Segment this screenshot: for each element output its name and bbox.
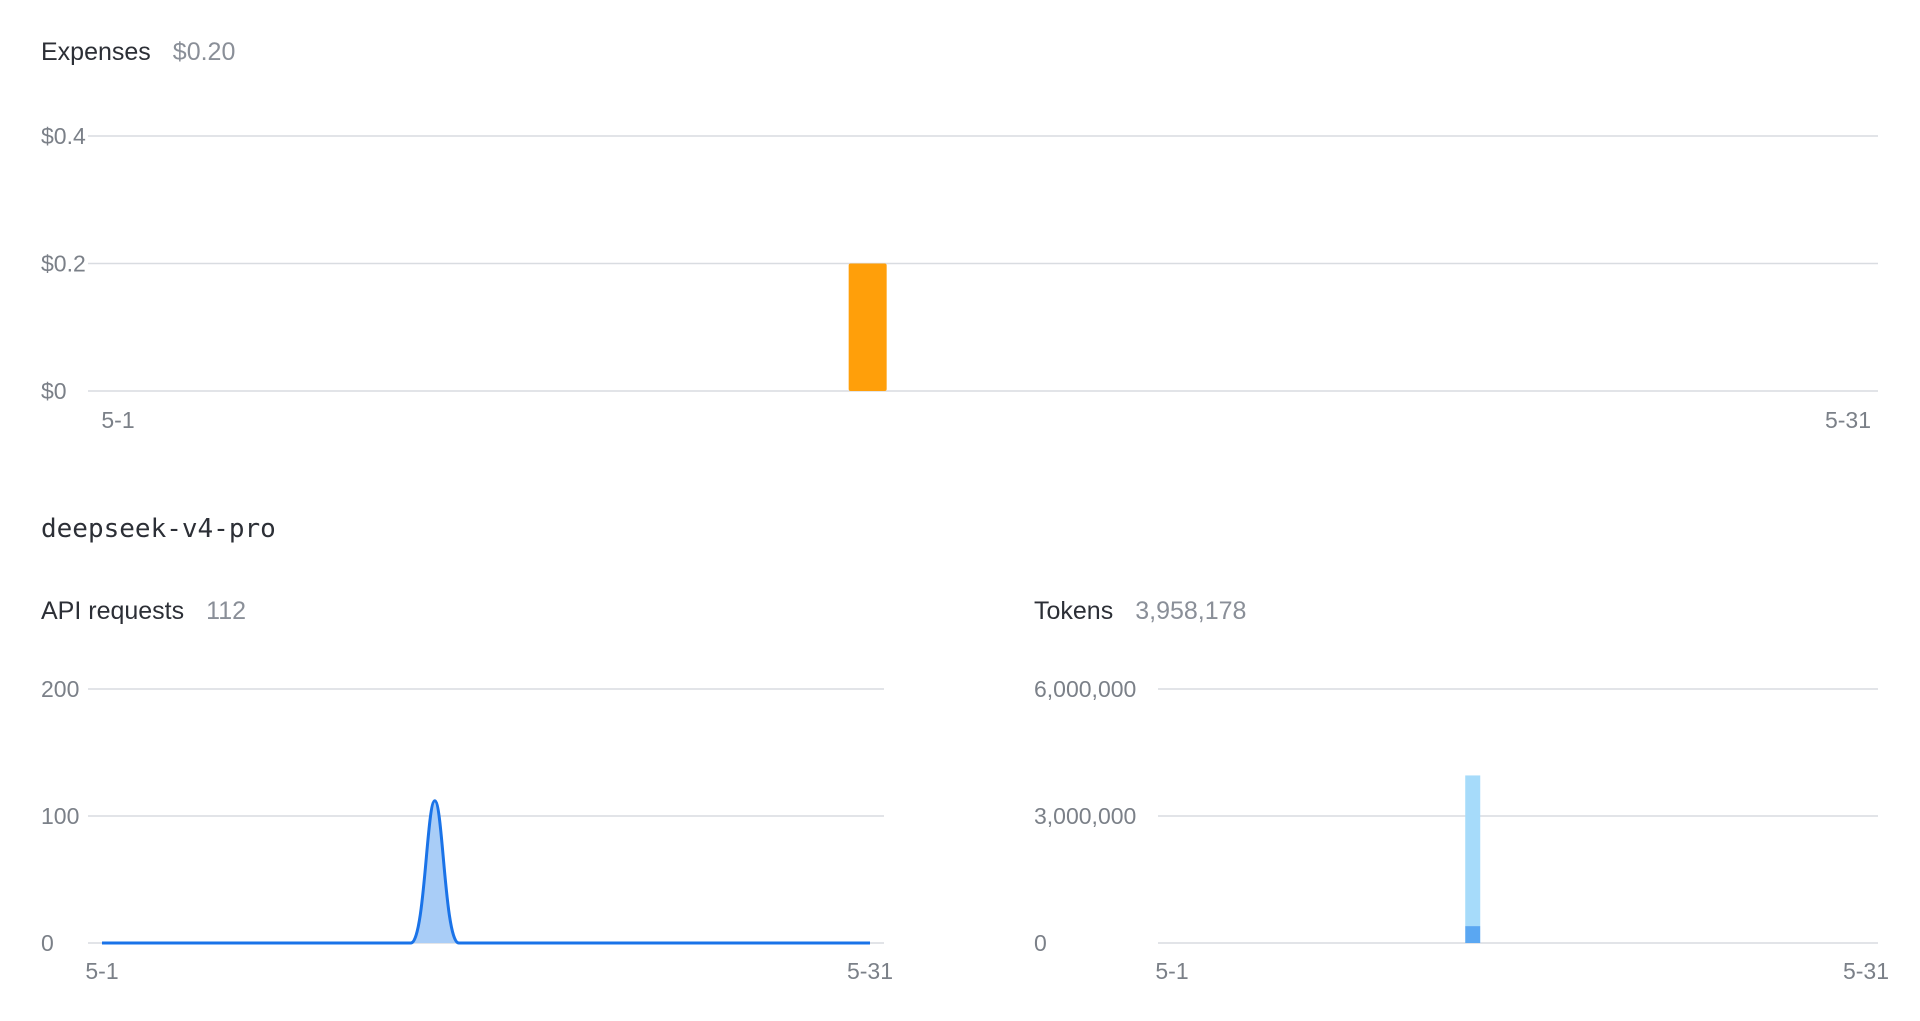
api-requests-y-tick: 200 <box>41 676 79 702</box>
expenses-y-tick: $0.2 <box>41 251 86 277</box>
expenses-bar <box>848 263 887 391</box>
api-requests-y-tick: 0 <box>41 930 54 956</box>
tokens-bar-segment <box>1465 926 1481 943</box>
tokens-x-tick: 5-1 <box>1155 958 1188 984</box>
api-requests-y-tick: 100 <box>41 803 79 829</box>
tokens-y-tick: 0 <box>1034 930 1047 956</box>
tokens-y-tick: 3,000,000 <box>1034 803 1136 829</box>
tokens-y-tick: 6,000,000 <box>1034 676 1136 702</box>
expenses-x-tick: 5-31 <box>1825 407 1871 433</box>
api-requests-x-tick: 5-1 <box>85 958 118 984</box>
expenses-y-tick: $0 <box>41 378 67 404</box>
tokens-bar-segment <box>1465 775 1481 927</box>
expenses-y-tick: $0.4 <box>41 123 86 149</box>
api-requests-x-tick: 5-31 <box>847 958 893 984</box>
api-requests-line <box>102 799 870 945</box>
expenses-x-tick: 5-1 <box>101 407 134 433</box>
charts-canvas: $0 $0.2 $0.4 5-1 5-31 0 100 200 5-1 5-31 0 3,000,00… <box>41 123 1889 984</box>
tokens-x-tick: 5-31 <box>1843 958 1889 984</box>
